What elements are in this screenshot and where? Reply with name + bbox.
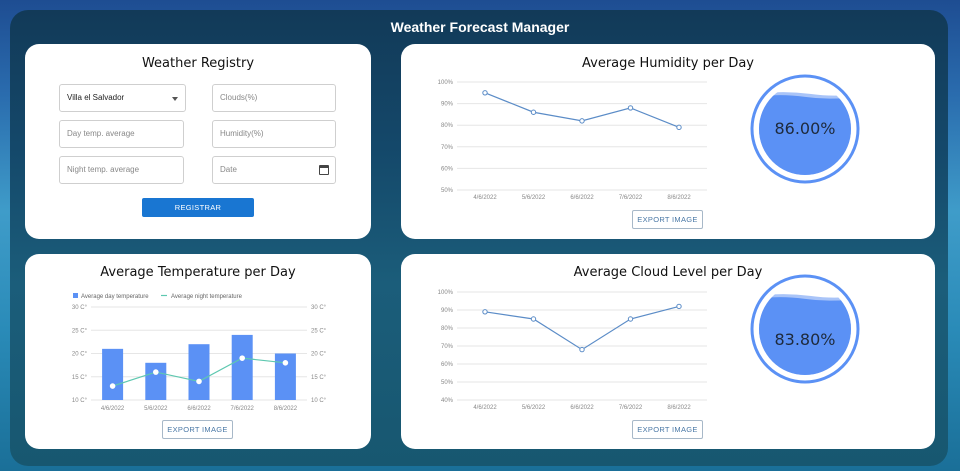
x-tick-label: 8/6/2022	[667, 405, 691, 411]
clouds-card: Average Cloud Level per Day 40% 50% 60% 70%…	[401, 254, 935, 449]
clouds-input[interactable]: Clouds(%)	[212, 84, 336, 112]
legend-night-label: Average night temperature	[171, 294, 243, 300]
temperature-export-button[interactable]: EXPORT IMAGE	[162, 420, 233, 439]
data-point	[676, 303, 682, 310]
data-point	[482, 309, 488, 315]
night-temperature-point	[239, 355, 245, 361]
registry-title: Weather Registry	[141, 56, 255, 71]
temperature-title: Average Temperature per Day	[100, 265, 296, 280]
y-tick-label: 70%	[441, 145, 454, 151]
night-temp-input[interactable]: Night temp. average	[59, 156, 184, 184]
bar	[188, 344, 210, 400]
date-placeholder: Date	[220, 165, 237, 174]
register-button[interactable]: REGISTRAR	[142, 198, 254, 217]
y-tick-label: 40%	[441, 398, 454, 404]
weather-registry-card: Weather Registry Villa el Salvador Cloud…	[25, 44, 371, 239]
dropdown-caret-icon	[172, 97, 178, 101]
location-value: Villa el Salvador	[67, 93, 125, 102]
y-tick-label: 100%	[438, 290, 454, 296]
humidity-gauge-value: 86.00%	[774, 119, 836, 138]
data-point	[482, 90, 488, 96]
y-tick-label-left: 10 C°	[72, 398, 88, 404]
humidity-card: Average Humidity per Day 50% 60% 70% 80% 90%…	[401, 44, 935, 239]
data-point	[627, 105, 634, 111]
humidity-export-button[interactable]: EXPORT IMAGE	[632, 210, 703, 229]
humidity-input[interactable]: Humidity(%)	[212, 120, 336, 148]
x-tick-label: 8/6/2022	[274, 406, 298, 412]
clouds-export-button[interactable]: EXPORT IMAGE	[632, 420, 703, 439]
app-title: Weather Forecast Manager	[390, 19, 570, 35]
bar	[231, 334, 253, 400]
x-tick-label: 7/6/2022	[231, 406, 255, 412]
bar	[102, 348, 124, 400]
x-tick-label: 8/6/2022	[667, 195, 691, 201]
temperature-card: Average Temperature per Day 10 C° 10 C° 15…	[25, 254, 371, 449]
x-tick-label: 4/6/2022	[473, 405, 497, 411]
y-tick-label: 90%	[441, 308, 454, 314]
x-tick-label: 4/6/2022	[473, 195, 497, 201]
y-tick-label-right: 25 C°	[311, 328, 327, 334]
x-tick-label: 5/6/2022	[522, 195, 546, 201]
night-temperature-point	[196, 378, 202, 385]
x-tick-label: 7/6/2022	[619, 405, 643, 411]
data-point	[579, 346, 585, 353]
night-temp-placeholder: Night temp. average	[67, 165, 140, 174]
legend-day-swatch	[73, 293, 78, 298]
clouds-placeholder: Clouds(%)	[220, 93, 258, 102]
gauge-fill	[759, 95, 851, 175]
night-temperature-point	[153, 369, 159, 375]
x-tick-label: 5/6/2022	[144, 406, 168, 412]
y-tick-label-left: 20 C°	[72, 352, 88, 358]
y-tick-label-right: 10 C°	[311, 398, 327, 404]
data-point	[627, 316, 634, 322]
y-tick-label-left: 25 C°	[72, 328, 88, 334]
day-temp-placeholder: Day temp. average	[67, 129, 135, 138]
date-input[interactable]: Date	[212, 156, 336, 184]
x-tick-label: 6/6/2022	[570, 405, 594, 411]
bar	[145, 362, 167, 400]
y-tick-label: 60%	[441, 166, 454, 172]
clouds-gauge: 83.80%	[750, 274, 860, 384]
clouds-gauge-value: 83.80%	[774, 330, 836, 349]
humidity-gauge: 86.00%	[750, 74, 860, 184]
x-tick-label: 4/6/2022	[101, 406, 125, 412]
y-tick-label: 50%	[441, 188, 454, 194]
y-tick-label-left: 30 C°	[72, 305, 88, 311]
y-tick-label-right: 30 C°	[311, 305, 327, 311]
calendar-icon[interactable]	[319, 165, 329, 175]
y-tick-label: 70%	[441, 344, 454, 350]
x-tick-label: 5/6/2022	[522, 405, 546, 411]
y-tick-label: 80%	[441, 123, 454, 129]
y-tick-label-right: 15 C°	[311, 375, 327, 381]
y-tick-label: 50%	[441, 380, 454, 386]
y-tick-label: 100%	[438, 80, 454, 86]
night-temperature-point	[109, 383, 116, 389]
night-temperature-point	[282, 360, 289, 366]
x-tick-label: 6/6/2022	[187, 406, 211, 412]
x-tick-label: 7/6/2022	[619, 195, 643, 201]
data-point	[530, 109, 537, 115]
data-point	[530, 316, 537, 322]
location-select[interactable]: Villa el Salvador	[59, 84, 186, 112]
y-tick-label: 90%	[441, 102, 454, 108]
y-tick-label-right: 20 C°	[311, 352, 327, 358]
data-point	[676, 124, 682, 131]
y-tick-label: 60%	[441, 362, 454, 368]
legend-day-label: Average day temperature	[81, 294, 149, 300]
humidity-title: Average Humidity per Day	[582, 56, 754, 71]
humidity-placeholder: Humidity(%)	[220, 129, 264, 138]
x-tick-label: 6/6/2022	[570, 195, 594, 201]
humidity-line-chart: 50% 60% 70% 80% 90% 100% 4/6/2022 5/6/2022 6/6/2…	[438, 80, 707, 201]
y-tick-label: 80%	[441, 326, 454, 332]
day-temp-input[interactable]: Day temp. average	[59, 120, 184, 148]
y-tick-label-left: 15 C°	[72, 375, 88, 381]
data-point	[579, 118, 585, 124]
